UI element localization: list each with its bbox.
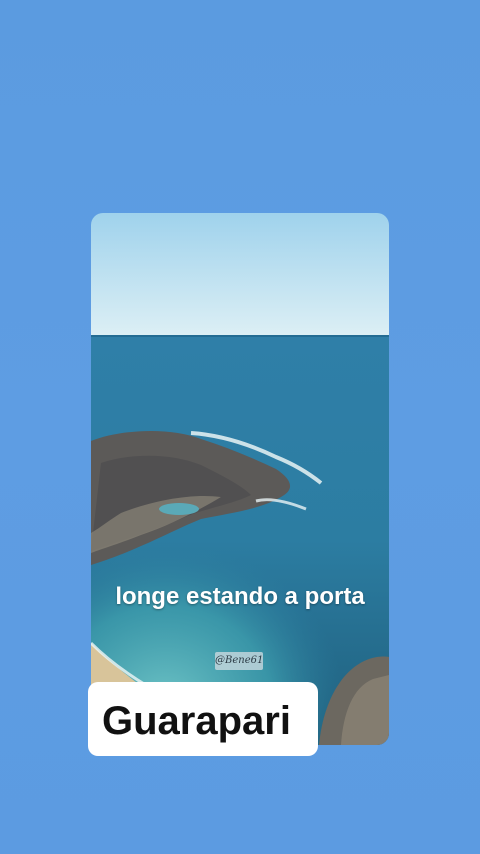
location-label-text: Guarapari — [102, 699, 291, 743]
location-label[interactable]: Guarapari — [88, 682, 318, 756]
watermark-tag: @Bene61 — [215, 652, 263, 670]
video-card[interactable]: longe estando a porta @Bene61 — [91, 213, 389, 745]
story-caption: longe estando a porta — [115, 583, 365, 610]
